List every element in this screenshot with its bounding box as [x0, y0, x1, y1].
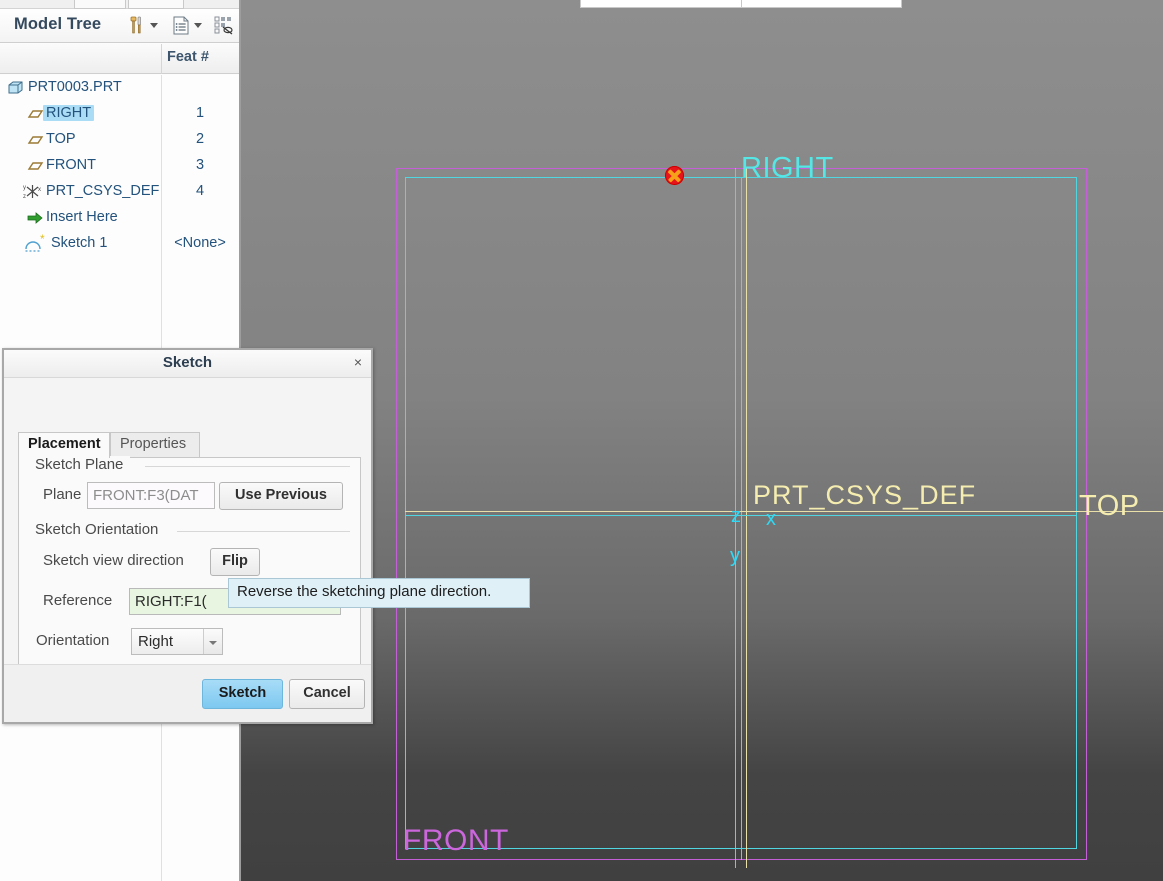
tree-row-insert-here[interactable]: Insert Here	[0, 205, 239, 231]
tree-item-label: Insert Here	[46, 209, 118, 225]
column-divider[interactable]	[161, 44, 162, 74]
sketch-dialog: Sketch × Placement Properties Sketch Pla…	[2, 348, 373, 724]
group-rule-sketch-orientation	[177, 531, 350, 532]
sketch-view-direction-label: Sketch view direction	[43, 552, 184, 569]
tree-item-feat: 3	[195, 157, 205, 173]
part-icon	[6, 78, 26, 98]
tree-item-label: Sketch 1	[51, 235, 108, 251]
placement-panel: Sketch Plane Plane FRONT:F3(DAT Use Prev…	[18, 456, 361, 681]
tree-item-label: RIGHT	[43, 105, 95, 121]
cancel-button[interactable]: Cancel	[289, 679, 365, 709]
dialog-body: Placement Properties Sketch Plane Plane …	[4, 378, 371, 681]
tools-chevron-down-icon[interactable]	[150, 23, 158, 28]
tree-row-sketch[interactable]: * Sketch 1 <None>	[0, 231, 239, 257]
panel-tab-strip	[0, 0, 239, 9]
tree-row-front[interactable]: FRONT 3	[0, 153, 239, 179]
reference-field-label: Reference	[43, 592, 113, 609]
dialog-footer: Sketch Cancel	[4, 664, 371, 722]
sketch-icon	[22, 234, 42, 254]
tree-item-label: PRT_CSYS_DEF	[46, 183, 160, 199]
csys-label: PRT_CSYS_DEF	[753, 480, 977, 510]
insert-arrow-icon	[25, 208, 45, 228]
front-plane-label: FRONT	[403, 824, 509, 857]
dialog-tab-strip: Placement Properties	[18, 432, 361, 458]
tooltip: Reverse the sketching plane direction.	[228, 578, 530, 608]
dialog-title-bar[interactable]: Sketch ×	[4, 350, 371, 378]
graphics-viewport[interactable]: RIGHT TOP FRONT PRT_CSYS_DEF z x y	[241, 0, 1163, 881]
tree-item-feat: 1	[195, 105, 205, 121]
datum-plane-icon	[25, 130, 45, 150]
tree-row-part[interactable]: PRT0003.PRT	[0, 75, 239, 101]
right-plane-label: RIGHT	[741, 152, 834, 184]
plane-input[interactable]: FRONT:F3(DAT	[87, 482, 215, 509]
axis-x-label: x	[766, 508, 777, 530]
datum-plane-icon	[25, 104, 45, 124]
chevron-down-icon[interactable]	[203, 629, 222, 654]
tab-placement[interactable]: Placement	[18, 432, 110, 458]
csys-horizontal-axis[interactable]	[405, 511, 1163, 513]
tree-row-right[interactable]: RIGHT 1	[0, 101, 239, 127]
column-header-feat: Feat #	[167, 49, 209, 65]
close-icon[interactable]: ×	[354, 354, 362, 370]
tree-row-top[interactable]: TOP 2	[0, 127, 239, 153]
sketch-direction-marker-icon[interactable]	[665, 166, 684, 185]
model-tree-header: Model Tree	[0, 9, 239, 43]
use-previous-button[interactable]: Use Previous	[219, 482, 343, 510]
tree-row-csys[interactable]: y z x PRT_CSYS_DEF 4	[0, 179, 239, 205]
svg-text:z: z	[23, 194, 26, 200]
orientation-selected-value: Right	[138, 633, 174, 650]
tree-item-feat: 2	[195, 131, 205, 147]
application-window: RIGHT TOP FRONT PRT_CSYS_DEF z x y Model…	[0, 0, 1163, 881]
settings-tools-icon[interactable]	[126, 15, 148, 36]
axis-y-label: y	[730, 545, 741, 567]
sketch-button[interactable]: Sketch	[202, 679, 283, 709]
top-plane-label: TOP	[1079, 490, 1140, 522]
svg-text:y: y	[23, 185, 26, 191]
dialog-title: Sketch	[162, 354, 213, 371]
orientation-select[interactable]: Right	[131, 628, 223, 655]
axis-z-label: z	[731, 505, 742, 527]
orientation-field-label: Orientation	[36, 632, 110, 649]
tree-item-feat: 4	[195, 183, 205, 199]
tree-item-label: PRT0003.PRT	[28, 79, 122, 95]
filter-hide-icon[interactable]	[213, 15, 235, 36]
tree-item-label: FRONT	[46, 157, 96, 173]
flip-button[interactable]: Flip	[210, 548, 260, 576]
toolbar-divider	[741, 0, 742, 7]
tree-item-feat: <None>	[174, 235, 226, 251]
tree-item-label: TOP	[46, 131, 76, 147]
tree-column-header: Feat #	[0, 44, 239, 74]
csys-icon: y z x	[22, 182, 42, 202]
panel-tab-1[interactable]	[74, 0, 126, 9]
partial-toolbar-sliver	[580, 0, 902, 8]
display-list-icon[interactable]	[170, 15, 192, 36]
tab-properties[interactable]: Properties	[110, 432, 200, 458]
svg-text:*: *	[40, 234, 45, 246]
display-chevron-down-icon[interactable]	[194, 23, 202, 28]
svg-text:x: x	[38, 187, 41, 193]
group-rule-sketch-plane	[145, 466, 350, 467]
datum-plane-icon	[25, 156, 45, 176]
plane-field-label: Plane	[43, 486, 82, 503]
tooltip-text: Reverse the sketching plane direction.	[237, 583, 492, 600]
group-title-sketch-plane: Sketch Plane	[35, 456, 131, 473]
panel-tab-2[interactable]	[128, 0, 184, 9]
csys-vertical-axis[interactable]	[746, 168, 748, 868]
page-title: Model Tree	[14, 15, 102, 33]
group-title-sketch-orientation: Sketch Orientation	[35, 521, 166, 538]
